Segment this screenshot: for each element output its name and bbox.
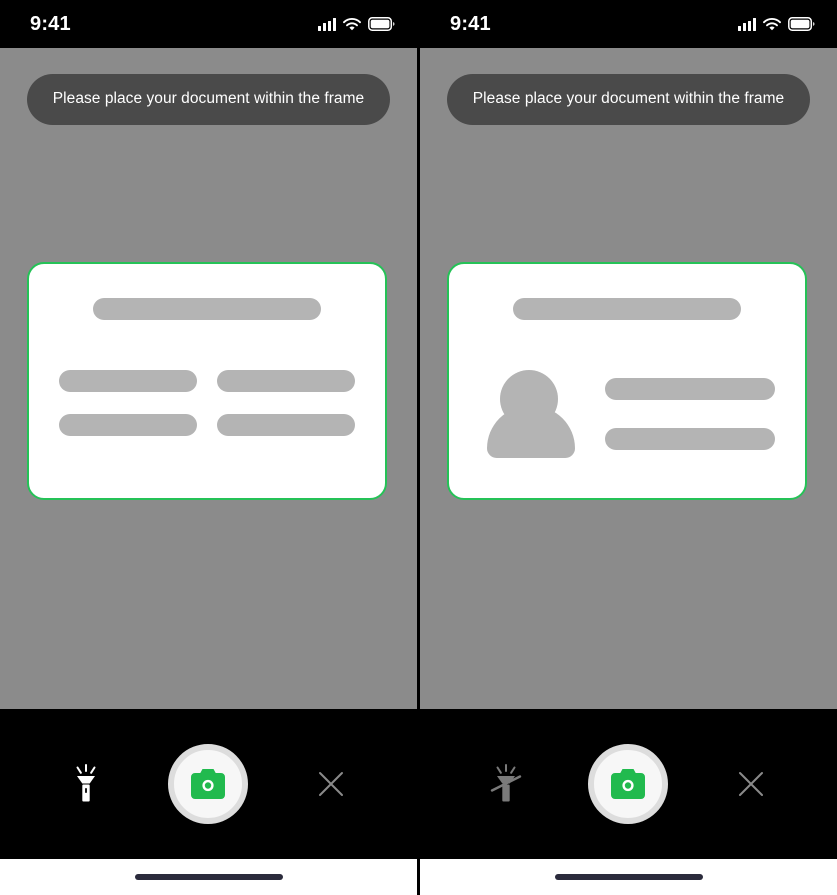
viewfinder-hint-pill: Please place your document within the fr… [446, 74, 811, 125]
dual-phone-mockup: 9:41 Please place your document within t… [0, 0, 837, 895]
phone-panel-id-card-scan: 9:41 Please place your document within t… [420, 0, 837, 895]
camera-viewfinder[interactable]: Please place your document within the fr… [0, 48, 417, 709]
shutter-capture-button[interactable] [168, 744, 249, 824]
close-camera-button[interactable] [721, 754, 781, 814]
placeholder-rows [605, 378, 775, 450]
document-frame-card [27, 262, 387, 500]
placeholder-line [217, 370, 355, 392]
close-icon [736, 769, 766, 799]
home-indicator-area [420, 859, 837, 895]
close-camera-button[interactable] [301, 754, 361, 814]
placeholder-title-line [93, 298, 321, 320]
camera-icon [611, 769, 646, 799]
placeholder-rows [59, 370, 355, 436]
home-indicator-bar[interactable] [554, 874, 703, 880]
wifi-icon [343, 17, 361, 31]
cellular-signal-icon [318, 17, 336, 31]
placeholder-line [59, 370, 197, 392]
placeholder-line [605, 378, 775, 400]
camera-icon [191, 769, 226, 799]
person-avatar-icon [487, 370, 575, 458]
placeholder-title-line [513, 298, 741, 320]
camera-toolbar [0, 709, 417, 859]
status-bar-time: 9:41 [450, 12, 491, 35]
avatar-shoulders [487, 406, 575, 458]
home-indicator-bar[interactable] [134, 874, 283, 880]
placeholder-line [217, 414, 355, 436]
shutter-capture-button[interactable] [588, 744, 669, 824]
placeholder-row [59, 414, 355, 436]
status-bar-time: 9:41 [30, 12, 71, 35]
flashlight-toggle-button[interactable] [476, 754, 536, 814]
status-bar: 9:41 [0, 0, 417, 48]
status-bar-icons [318, 17, 395, 31]
id-card-frame-card [447, 262, 807, 500]
id-card-body [479, 370, 775, 458]
viewfinder-hint-pill: Please place your document within the fr… [26, 74, 391, 125]
status-bar: 9:41 [420, 0, 837, 48]
phone-panel-document-scan: 9:41 Please place your document within t… [0, 0, 417, 895]
wifi-icon [763, 17, 781, 31]
battery-icon [788, 17, 815, 31]
flashlight-off-icon [489, 764, 523, 804]
camera-viewfinder[interactable]: Please place your document within the fr… [420, 48, 837, 709]
battery-icon [368, 17, 395, 31]
placeholder-line [605, 428, 775, 450]
placeholder-line [59, 414, 197, 436]
placeholder-row [59, 370, 355, 392]
close-icon [316, 769, 346, 799]
camera-toolbar [420, 709, 837, 859]
flashlight-on-icon [69, 764, 103, 804]
cellular-signal-icon [738, 17, 756, 31]
status-bar-icons [738, 17, 815, 31]
flashlight-toggle-button[interactable] [56, 754, 116, 814]
home-indicator-area [0, 859, 417, 895]
